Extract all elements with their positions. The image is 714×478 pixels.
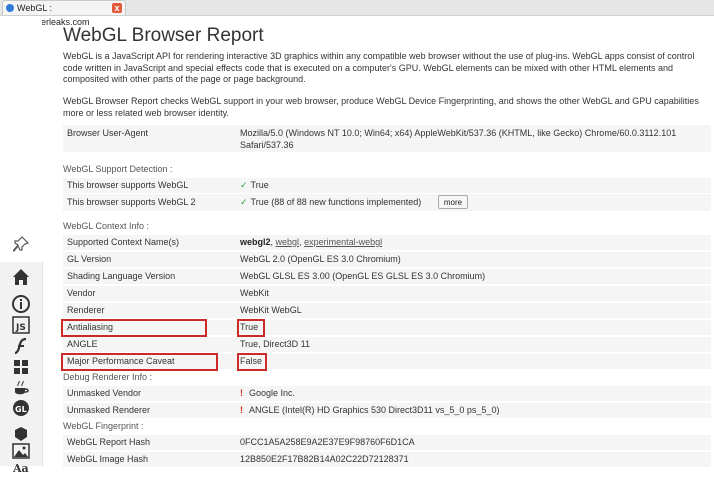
shading-language-value: WebGL GLSL ES 3.00 (OpenGL ES GLSL ES 3.… — [240, 271, 486, 281]
unmasked-vendor-label: Unmasked Vendor — [67, 388, 142, 398]
image-hash-label: WebGL Image Hash — [67, 454, 149, 464]
svg-text:GL: GL — [15, 405, 27, 414]
unmasked-renderer-row: Unmasked Renderer ! ANGLE (Intel(R) HD Gr… — [63, 403, 711, 419]
support2-value: True (88 of 88 new functions implemented… — [250, 197, 422, 207]
report-hash-label: WebGL Report Hash — [67, 437, 151, 447]
unmasked-renderer-label: Unmasked Renderer — [67, 405, 151, 415]
support-heading: WebGL Support Detection : — [63, 164, 173, 174]
unmasked-renderer-value: ANGLE (Intel(R) HD Graphics 530 Direct3D… — [249, 405, 500, 415]
context-heading: WebGL Context Info : — [63, 221, 150, 231]
debug-heading: Debug Renderer Info : — [63, 372, 153, 382]
webgl-icon[interactable]: GL — [11, 399, 31, 419]
support-label: This browser supports WebGL — [67, 180, 189, 190]
report-hash-row: WebGL Report Hash 0FCC1A5A258E9A2E37E9F9… — [63, 435, 711, 451]
home-icon[interactable] — [11, 268, 31, 288]
shading-language-label: Shading Language Version — [67, 271, 176, 281]
context-name-webgl[interactable]: webgl — [276, 237, 300, 247]
warning-icon: ! — [240, 388, 243, 398]
browser-tab-strip: WebGL : browserleaks.com x — [0, 0, 714, 27]
caveat-value-highlight-box — [237, 353, 267, 371]
shading-language-row: Shading Language Version WebGL GLSL ES 3… — [63, 269, 711, 285]
fingerprint-heading: WebGL Fingerprint : — [63, 421, 144, 431]
context-names-label: Supported Context Name(s) — [67, 237, 180, 247]
vendor-value: WebKit — [240, 288, 269, 298]
check-icon: ✓ — [240, 180, 248, 190]
user-agent-label: Browser User-Agent — [67, 128, 149, 138]
check-icon: ✓ — [240, 197, 248, 207]
svg-text:Aa: Aa — [12, 462, 29, 472]
windows-icon[interactable] — [11, 358, 31, 378]
angle-label: ANGLE — [67, 339, 98, 349]
flash-icon[interactable] — [11, 337, 31, 357]
user-agent-value: Mozilla/5.0 (Windows NT 10.0; Win64; x64… — [240, 128, 677, 150]
html5-icon[interactable] — [11, 425, 31, 445]
more-button[interactable]: more — [438, 195, 468, 209]
caveat-highlight-box — [61, 353, 218, 371]
support-row: This browser supports WebGL ✓ True — [63, 178, 711, 194]
antialiasing-value-highlight-box — [237, 319, 265, 337]
image-hash-value: 12B850E2F17B82B14A02C22D72128371 — [240, 454, 409, 464]
gl-version-label: GL Version — [67, 254, 112, 264]
warning-icon: ! — [240, 405, 243, 415]
tab-close-icon[interactable]: x — [112, 3, 122, 13]
favicon-icon — [6, 4, 14, 12]
pin-icon[interactable] — [10, 236, 32, 258]
font-icon[interactable]: Aa — [11, 458, 31, 478]
gl-version-row: GL Version WebGL 2.0 (OpenGL ES 3.0 Chro… — [63, 252, 711, 268]
vendor-label: Vendor — [67, 288, 96, 298]
svg-text:JS: JS — [15, 323, 26, 333]
report-hash-value: 0FCC1A5A258E9A2E37E9F98760F6D1CA — [240, 437, 415, 447]
context-name-webgl2: webgl2 — [240, 237, 271, 247]
vendor-row: Vendor WebKit — [63, 286, 711, 302]
context-name-experimental[interactable]: experimental-webgl — [304, 237, 382, 247]
javascript-icon[interactable]: JS — [11, 316, 31, 336]
unmasked-vendor-row: Unmasked Vendor ! Google Inc. — [63, 386, 711, 402]
support-value: True — [250, 180, 269, 190]
intro-paragraph: WebGL is a JavaScript API for rendering … — [63, 51, 695, 84]
java-icon[interactable] — [11, 379, 31, 399]
sidebar: JS GL Aa — [0, 262, 43, 475]
browser-tab[interactable]: WebGL : browserleaks.com x — [2, 0, 126, 27]
antialiasing-value: True — [240, 322, 259, 332]
antialiasing-highlight-box — [61, 319, 207, 337]
page-title: WebGL Browser Report — [63, 25, 264, 46]
context-names-row: Supported Context Name(s) webgl2, webgl,… — [63, 235, 711, 251]
performance-caveat-value: False — [240, 356, 263, 366]
info-icon[interactable] — [11, 295, 31, 315]
unmasked-vendor-value: Google Inc. — [249, 388, 296, 398]
gl-version-value: WebGL 2.0 (OpenGL ES 3.0 Chromium) — [240, 254, 401, 264]
renderer-row: Renderer WebKit WebGL — [63, 303, 711, 319]
user-agent-row: Browser User-Agent Mozilla/5.0 (Windows … — [63, 125, 711, 153]
angle-row: ANGLE True, Direct3D 11 — [63, 337, 711, 353]
renderer-value: WebKit WebGL — [240, 305, 302, 315]
support2-row: This browser supports WebGL 2 ✓ True (88 … — [63, 194, 711, 212]
renderer-label: Renderer — [67, 305, 105, 315]
support2-label: This browser supports WebGL 2 — [67, 197, 196, 207]
intro-paragraph-2: WebGL Browser Report checks WebGL suppor… — [63, 96, 699, 118]
angle-value: True, Direct3D 11 — [240, 339, 311, 349]
